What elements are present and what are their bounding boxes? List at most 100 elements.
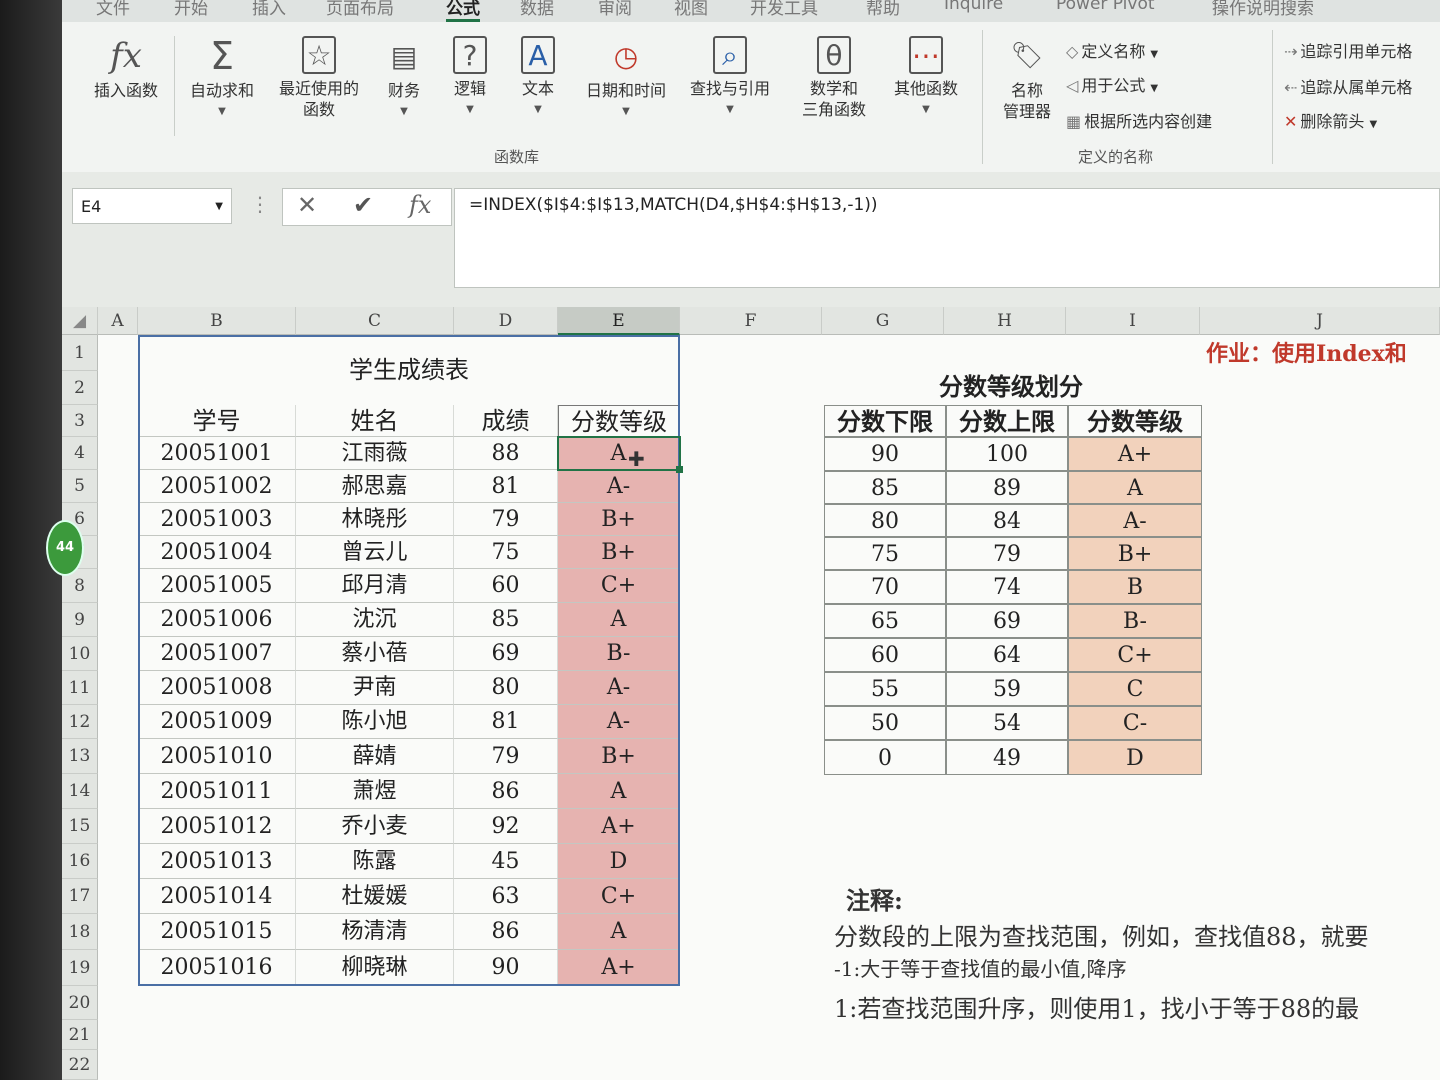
table-cell[interactable]: 20051009 (138, 705, 296, 739)
table-cell[interactable]: 20051001 (138, 437, 296, 470)
table-cell[interactable]: 杜媛媛 (296, 879, 454, 914)
table-cell[interactable]: 20051005 (138, 569, 296, 603)
table-cell[interactable]: 20051010 (138, 739, 296, 774)
header-upper-bound[interactable]: 分数上限 (946, 405, 1068, 437)
table-cell[interactable]: 江雨薇 (296, 437, 454, 470)
row-header-11[interactable]: 11 (62, 671, 98, 705)
table-cell[interactable]: 85 (824, 471, 946, 504)
main-table-title[interactable]: 学生成绩表 (138, 335, 680, 405)
table-cell[interactable]: 20051008 (138, 671, 296, 705)
grade-cell[interactable]: C+ (558, 569, 680, 603)
grade-cell[interactable]: A (558, 603, 680, 637)
create-from-selection-button[interactable]: ▦ 根据所选内容创建 (1066, 108, 1212, 132)
col-header-b[interactable]: B (138, 307, 296, 335)
table-cell[interactable]: 尹南 (296, 671, 454, 705)
more-options-icon[interactable]: ⋮ (250, 192, 270, 216)
row-header-5[interactable]: 5 (62, 470, 98, 503)
table-cell[interactable]: 郝思嘉 (296, 470, 454, 503)
grade-level-cell[interactable]: C (1068, 672, 1202, 706)
table-cell[interactable]: 80 (824, 504, 946, 537)
fill-handle[interactable] (676, 466, 683, 473)
row-header-3[interactable]: 3 (62, 405, 98, 437)
header-grade-level[interactable]: 分数等级 (1068, 405, 1202, 437)
table-cell[interactable]: 64 (946, 638, 1068, 672)
header-lower-bound[interactable]: 分数下限 (824, 405, 946, 437)
tab-file[interactable]: 文件 (96, 0, 130, 19)
table-cell[interactable]: 70 (824, 570, 946, 604)
table-cell[interactable]: 81 (454, 470, 558, 503)
name-box[interactable]: E4 ▼ (72, 188, 232, 224)
tab-developer[interactable]: 开发工具 (750, 0, 818, 19)
row-header-4[interactable]: 4 (62, 437, 98, 470)
table-cell[interactable]: 45 (454, 844, 558, 879)
table-cell[interactable]: 88 (454, 437, 558, 470)
more-functions-button[interactable]: ⋯ 其他函数 ▼ (884, 36, 968, 120)
grade-cell[interactable]: A+ (558, 809, 680, 844)
tab-formulas[interactable]: 公式 (446, 0, 480, 22)
table-cell[interactable]: 陈露 (296, 844, 454, 879)
grade-level-cell[interactable]: A+ (1068, 437, 1202, 471)
grade-cell[interactable]: D (558, 844, 680, 879)
table-cell[interactable]: 20051013 (138, 844, 296, 879)
grade-cell[interactable]: B+ (558, 503, 680, 536)
table-cell[interactable]: 0 (824, 740, 946, 775)
tell-me-search[interactable]: ⌕ 操作说明搜索 (1212, 0, 1314, 19)
table-cell[interactable]: 柳晓琳 (296, 950, 454, 986)
table-cell[interactable]: 54 (946, 706, 1068, 740)
grade-level-cell[interactable]: B (1068, 570, 1202, 604)
notes-line-1[interactable]: 分数段的上限为查找范围，例如，查找值88，就要 (834, 917, 1440, 952)
grade-cell[interactable]: A (558, 914, 680, 950)
table-cell[interactable]: 20051016 (138, 950, 296, 986)
use-in-formula-button[interactable]: ◁ 用于公式 ▼ (1066, 72, 1158, 96)
tab-inquire[interactable]: Inquire (944, 0, 1003, 14)
financial-button[interactable]: ▤ 财务 ▼ (376, 36, 432, 122)
floating-badge[interactable]: 44 (46, 520, 84, 576)
col-header-c[interactable]: C (296, 307, 454, 335)
table-cell[interactable]: 萧煜 (296, 774, 454, 809)
row-header-14[interactable]: 14 (62, 774, 98, 809)
row-header-21[interactable]: 21 (62, 1020, 98, 1050)
select-all-corner[interactable]: ◢ (62, 307, 98, 335)
table-cell[interactable]: 75 (824, 537, 946, 570)
table-cell[interactable]: 90 (454, 950, 558, 986)
grade-level-cell[interactable]: C+ (1068, 638, 1202, 672)
text-button[interactable]: A 文本 ▼ (510, 36, 566, 120)
grade-cell[interactable]: A- (558, 705, 680, 739)
table-cell[interactable]: 81 (454, 705, 558, 739)
table-cell[interactable]: 74 (946, 570, 1068, 604)
tab-insert[interactable]: 插入 (252, 0, 286, 19)
header-score[interactable]: 成绩 (454, 405, 558, 437)
table-cell[interactable]: 90 (824, 437, 946, 471)
table-cell[interactable]: 20051007 (138, 637, 296, 671)
row-header-10[interactable]: 10 (62, 637, 98, 671)
grade-cell[interactable]: A (558, 774, 680, 809)
row-header-16[interactable]: 16 (62, 844, 98, 879)
table-cell[interactable]: 59 (946, 672, 1068, 706)
cancel-icon[interactable]: ✕ (297, 191, 317, 219)
table-cell[interactable]: 20051012 (138, 809, 296, 844)
table-cell[interactable]: 79 (454, 503, 558, 536)
grade-level-cell[interactable]: A- (1068, 504, 1202, 537)
row-header-15[interactable]: 15 (62, 809, 98, 844)
table-cell[interactable]: 20051003 (138, 503, 296, 536)
table-cell[interactable]: 85 (454, 603, 558, 637)
name-manager-button[interactable]: 🏷 名称 管理器 (994, 36, 1060, 122)
grade-level-cell[interactable]: B+ (1068, 537, 1202, 570)
table-cell[interactable]: 乔小麦 (296, 809, 454, 844)
grade-cell[interactable]: B- (558, 637, 680, 671)
table-cell[interactable]: 86 (454, 914, 558, 950)
table-cell[interactable]: 薛婧 (296, 739, 454, 774)
row-header-22[interactable]: 22 (62, 1050, 98, 1080)
table-cell[interactable]: 86 (454, 774, 558, 809)
table-cell[interactable]: 84 (946, 504, 1068, 537)
grade-level-cell[interactable]: C- (1068, 706, 1202, 740)
col-header-h[interactable]: H (944, 307, 1066, 335)
table-cell[interactable]: 邱月清 (296, 569, 454, 603)
grade-table-title[interactable]: 分数等级划分 (822, 369, 1200, 405)
grade-cell[interactable]: B+ (558, 536, 680, 569)
recently-used-button[interactable]: ☆ 最近使用的 函数 (267, 36, 371, 120)
date-time-button[interactable]: ◷ 日期和时间 ▼ (576, 36, 676, 122)
col-header-f[interactable]: F (680, 307, 822, 335)
row-header-20[interactable]: 20 (62, 986, 98, 1020)
worksheet-grid[interactable]: ◢ A B C D E F G H I J 1 2 3 4 5 6 7 8 9 … (62, 307, 1440, 1080)
